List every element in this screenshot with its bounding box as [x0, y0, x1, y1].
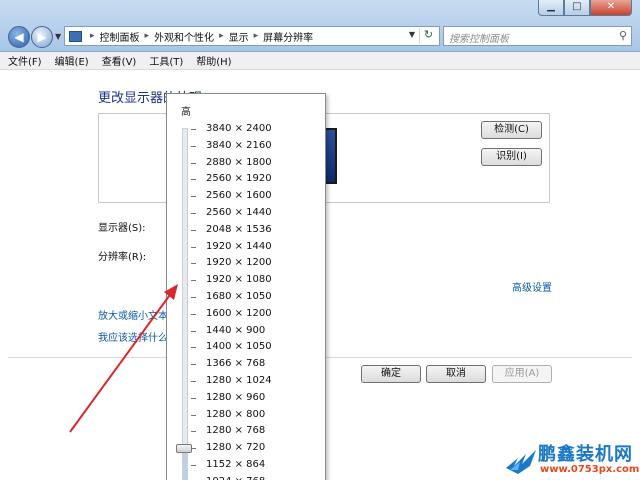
eagle-logo-icon — [506, 450, 536, 474]
resolution-option[interactable]: 1280 × 960 — [206, 392, 265, 403]
slider-tick — [191, 213, 196, 214]
slider-tick — [191, 297, 196, 298]
cancel-button[interactable]: 取消 — [426, 365, 486, 383]
search-icon[interactable]: ⚲ — [619, 29, 627, 42]
resolution-slider-track[interactable] — [182, 128, 188, 480]
address-bar[interactable]: ▸ 控制面板 ▸ 外观和个性化 ▸ 显示 ▸ 屏幕分辨率 ▼ ↻ — [64, 26, 440, 46]
resolution-option[interactable]: 1024 × 768 — [206, 476, 265, 480]
arrow-left-icon: ◀ — [14, 30, 24, 44]
slider-tick — [191, 448, 196, 450]
text-size-link[interactable]: 放大或缩小文本 — [98, 307, 168, 322]
forward-button[interactable]: ▶ — [31, 26, 53, 48]
slider-tick — [191, 364, 196, 366]
chevron-right-icon[interactable]: ▸ — [254, 31, 259, 41]
breadcrumb-control-panel[interactable]: 控制面板 — [100, 29, 140, 44]
display-label: 显示器(S): — [98, 223, 146, 234]
resolution-option[interactable]: 2880 × 1800 — [206, 157, 272, 168]
resolution-option[interactable]: 2048 × 1536 — [206, 224, 272, 235]
refresh-icon[interactable]: ↻ — [419, 28, 437, 44]
minimize-button[interactable]: ▁ — [538, 0, 564, 16]
slider-tick — [191, 129, 196, 130]
watermark-name: 鹏鑫装机网 — [538, 444, 633, 465]
resolution-option[interactable]: 1280 × 800 — [206, 409, 265, 420]
resolution-option[interactable]: 1920 × 1200 — [206, 257, 272, 268]
watermark: 鹏鑫装机网 www.0753px.com — [500, 440, 640, 480]
help-choose-link[interactable]: 我应该选择什么 — [98, 329, 168, 344]
slider-tick — [191, 465, 196, 466]
maximize-button[interactable]: □ — [564, 0, 590, 16]
search-input[interactable]: 搜索控制面板 ⚲ — [443, 26, 632, 46]
apply-button[interactable]: 应用(A) — [492, 365, 552, 383]
chevron-right-icon[interactable]: ▸ — [145, 31, 150, 41]
slider-high-label: 高 — [181, 107, 191, 118]
chevron-down-icon: ▼ — [55, 32, 62, 41]
control-panel-icon — [69, 30, 82, 42]
slider-tick — [191, 431, 196, 433]
resolution-option[interactable]: 3840 × 2400 — [206, 123, 272, 134]
slider-tick — [191, 381, 196, 382]
identify-button[interactable]: 识别(I) — [481, 148, 542, 166]
slider-tick — [191, 229, 196, 231]
slider-tick — [191, 280, 196, 282]
watermark-url: www.0753px.com — [540, 464, 640, 475]
resolution-dropdown-popup: 高 3840 × 2400 3840 × 2160 2880 × 1800 2560 … — [166, 93, 326, 480]
address-dropdown-icon[interactable]: ▼ — [409, 30, 415, 39]
chevron-right-icon[interactable]: ▸ — [219, 31, 224, 41]
menu-tools[interactable]: 工具(T) — [149, 53, 183, 68]
slider-tick — [191, 414, 196, 416]
slider-tick — [191, 246, 196, 248]
resolution-option[interactable]: 1400 × 1050 — [206, 341, 272, 352]
close-button[interactable]: ✕ — [590, 0, 632, 16]
resolution-option[interactable]: 3840 × 2160 — [206, 140, 272, 151]
resolution-option[interactable]: 1152 × 864 — [206, 459, 265, 470]
resolution-option[interactable]: 1280 × 720 — [206, 442, 265, 453]
resolution-option[interactable]: 1920 × 1440 — [206, 241, 272, 252]
resolution-slider-thumb[interactable] — [176, 444, 192, 454]
resolution-option[interactable]: 1280 × 1024 — [206, 375, 272, 386]
menu-help[interactable]: 帮助(H) — [196, 53, 231, 68]
slider-tick — [191, 145, 196, 147]
ok-button[interactable]: 确定 — [361, 365, 421, 383]
title-bar: ▁ □ ✕ ◀ ▶ ▼ ▸ 控制面板 ▸ 外观和个性化 ▸ 显示 ▸ 屏幕分辨率… — [0, 0, 640, 52]
detect-button[interactable]: 检测(C) — [481, 121, 542, 139]
breadcrumb-display[interactable]: 显示 — [229, 29, 249, 44]
breadcrumb-screen-resolution[interactable]: 屏幕分辨率 — [263, 29, 313, 44]
resolution-option[interactable]: 2560 × 1920 — [206, 173, 272, 184]
breadcrumb-appearance[interactable]: 外观和个性化 — [154, 29, 214, 44]
resolution-label: 分辨率(R): — [98, 252, 147, 263]
slider-tick — [191, 196, 196, 198]
slider-tick — [191, 330, 196, 332]
resolution-option[interactable]: 2560 × 1440 — [206, 207, 272, 218]
resolution-option[interactable]: 1680 × 1050 — [206, 291, 272, 302]
recent-pages-dropdown[interactable]: ▼ — [55, 32, 61, 41]
search-placeholder: 搜索控制面板 — [449, 34, 509, 45]
slider-tick — [191, 263, 196, 265]
resolution-option[interactable]: 1280 × 768 — [206, 425, 265, 436]
chevron-right-icon[interactable]: ▸ — [90, 31, 95, 41]
slider-tick — [191, 162, 196, 164]
resolution-option[interactable]: 1366 × 768 — [206, 358, 265, 369]
back-button[interactable]: ◀ — [8, 26, 30, 48]
menu-view[interactable]: 查看(V) — [102, 53, 137, 68]
slider-tick — [191, 313, 196, 315]
window-controls: ▁ □ ✕ — [538, 0, 632, 16]
resolution-option[interactable]: 1920 × 1080 — [206, 274, 272, 285]
menu-edit[interactable]: 编辑(E) — [55, 53, 89, 68]
advanced-settings-link[interactable]: 高级设置 — [512, 279, 552, 294]
menu-bar: 文件(F) 编辑(E) 查看(V) 工具(T) 帮助(H) — [0, 52, 640, 70]
slider-tick — [191, 179, 196, 181]
resolution-option[interactable]: 2560 × 1600 — [206, 190, 272, 201]
slider-tick — [191, 397, 196, 399]
resolution-option[interactable]: 1600 × 1200 — [206, 308, 272, 319]
resolution-option[interactable]: 1440 × 900 — [206, 325, 265, 336]
menu-file[interactable]: 文件(F) — [8, 53, 42, 68]
slider-tick — [191, 347, 196, 349]
arrow-right-icon: ▶ — [37, 30, 47, 44]
